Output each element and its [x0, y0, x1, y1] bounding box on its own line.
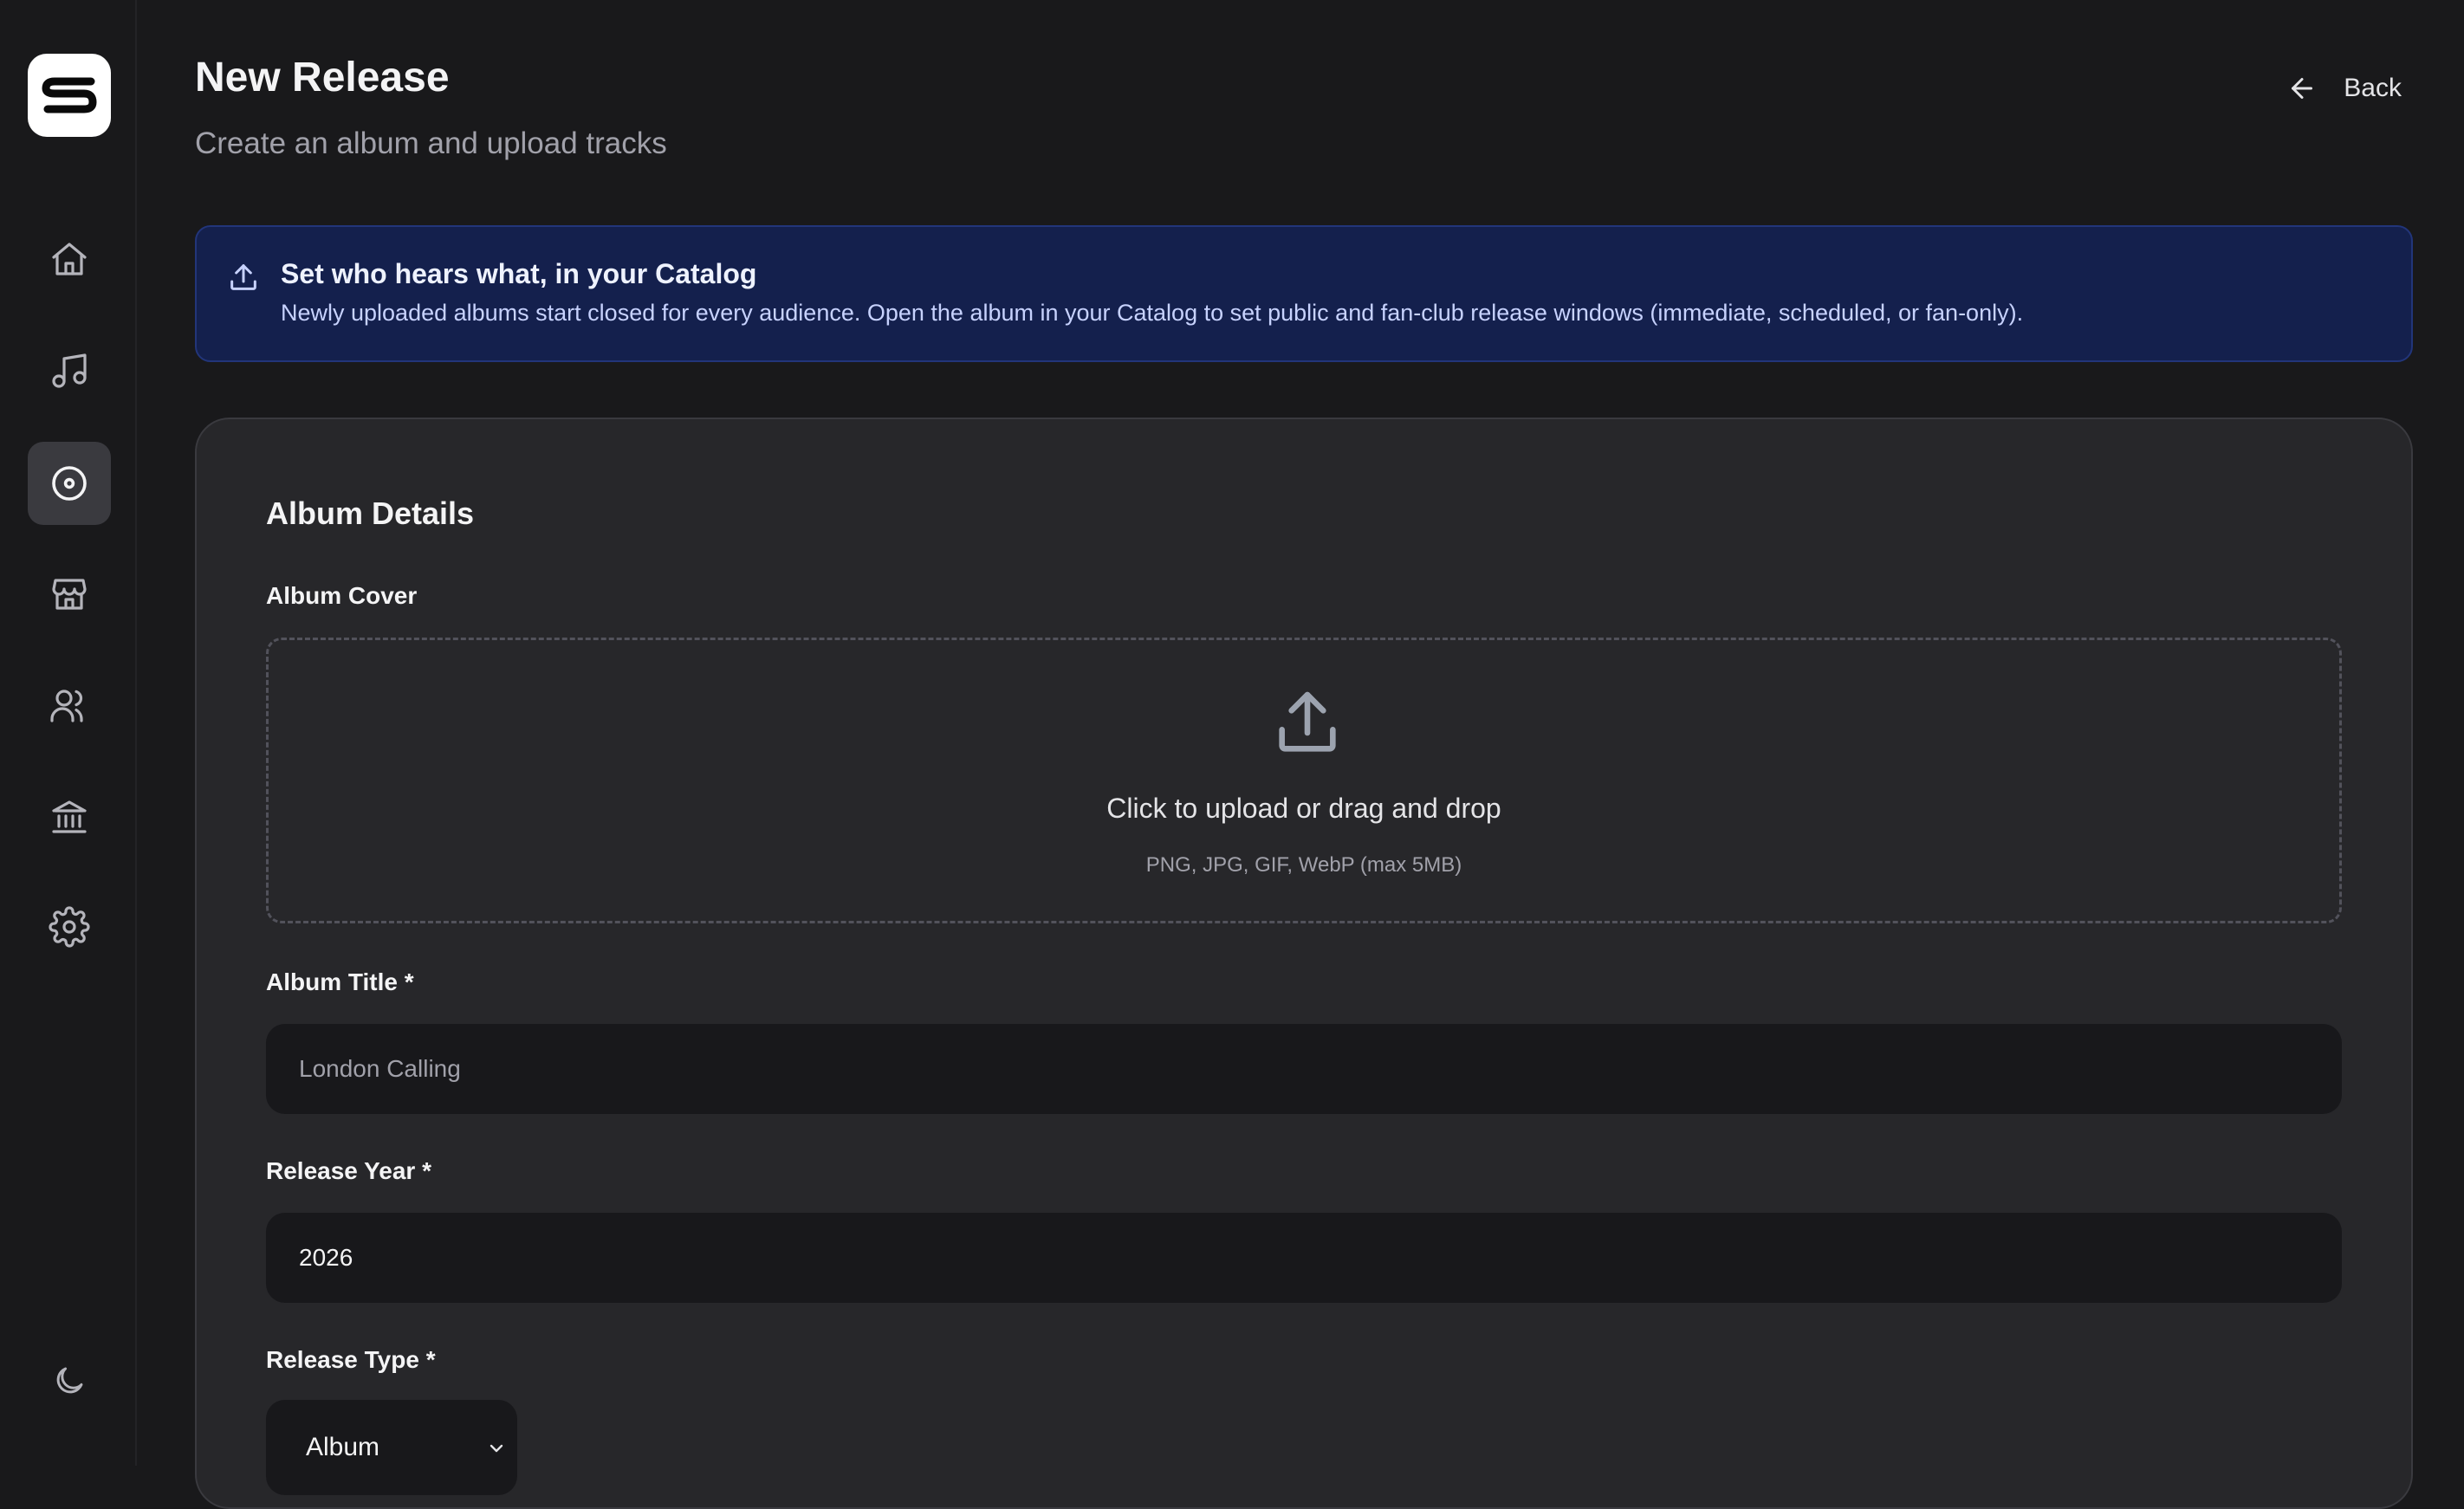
- disc-icon: [52, 466, 87, 501]
- release-year-label: Release Year *: [266, 1157, 431, 1184]
- upload-icon: [1279, 691, 1336, 752]
- sidebar-item-bank[interactable]: [28, 774, 111, 858]
- release-type-label: Release Type *: [266, 1346, 436, 1373]
- back-button-label: Back: [2344, 74, 2402, 102]
- section-title: Album Details: [266, 495, 475, 531]
- sidebar-item-fans[interactable]: [28, 664, 111, 747]
- banner-text: Newly uploaded albums start closed for e…: [281, 300, 2024, 326]
- users-icon: [50, 690, 83, 722]
- info-banner: Set who hears what, in your Catalog Newl…: [195, 225, 2413, 362]
- sidebar-item-home[interactable]: [28, 218, 111, 301]
- album-cover-dropzone[interactable]: Click to upload or drag and drop PNG, JP…: [266, 638, 2342, 923]
- chevron-down-icon: [490, 1444, 503, 1453]
- album-details-card: Album Details Album Cover Click to uploa…: [195, 418, 2413, 1509]
- theme-toggle-button[interactable]: [47, 1358, 92, 1403]
- release-year-input[interactable]: [266, 1213, 2342, 1303]
- dropzone-hint: PNG, JPG, GIF, WebP (max 5MB): [1145, 853, 1462, 877]
- release-type-selected: Album: [306, 1433, 380, 1461]
- arrow-left-icon: [2292, 78, 2313, 99]
- home-icon: [52, 243, 87, 275]
- moon-icon: [56, 1367, 83, 1394]
- back-button[interactable]: Back: [2264, 57, 2424, 120]
- music-note-icon: [52, 353, 87, 388]
- main-content: New Release Create an album and upload t…: [139, 0, 2464, 1509]
- upload-icon: [230, 264, 256, 290]
- page-title: New Release: [195, 55, 450, 100]
- sidebar-item-settings[interactable]: [28, 885, 111, 968]
- page-subtitle: Create an album and upload tracks: [195, 126, 667, 160]
- dropzone-prompt: Click to upload or drag and drop: [1106, 793, 1501, 824]
- album-title-label: Album Title *: [266, 968, 414, 995]
- app-logo[interactable]: [28, 54, 111, 137]
- store-icon: [52, 579, 87, 610]
- sidebar-item-store[interactable]: [28, 553, 111, 636]
- sidebar: [0, 0, 137, 1466]
- gear-icon: [49, 906, 90, 948]
- bank-icon: [52, 800, 87, 833]
- s-logo-icon: [42, 77, 97, 113]
- banner-title: Set who hears what, in your Catalog: [281, 258, 757, 289]
- release-type-select[interactable]: Album: [266, 1400, 517, 1495]
- album-cover-label: Album Cover: [266, 582, 418, 609]
- sidebar-item-music[interactable]: [28, 329, 111, 412]
- sidebar-item-releases[interactable]: [28, 442, 111, 525]
- album-title-input[interactable]: [266, 1024, 2342, 1114]
